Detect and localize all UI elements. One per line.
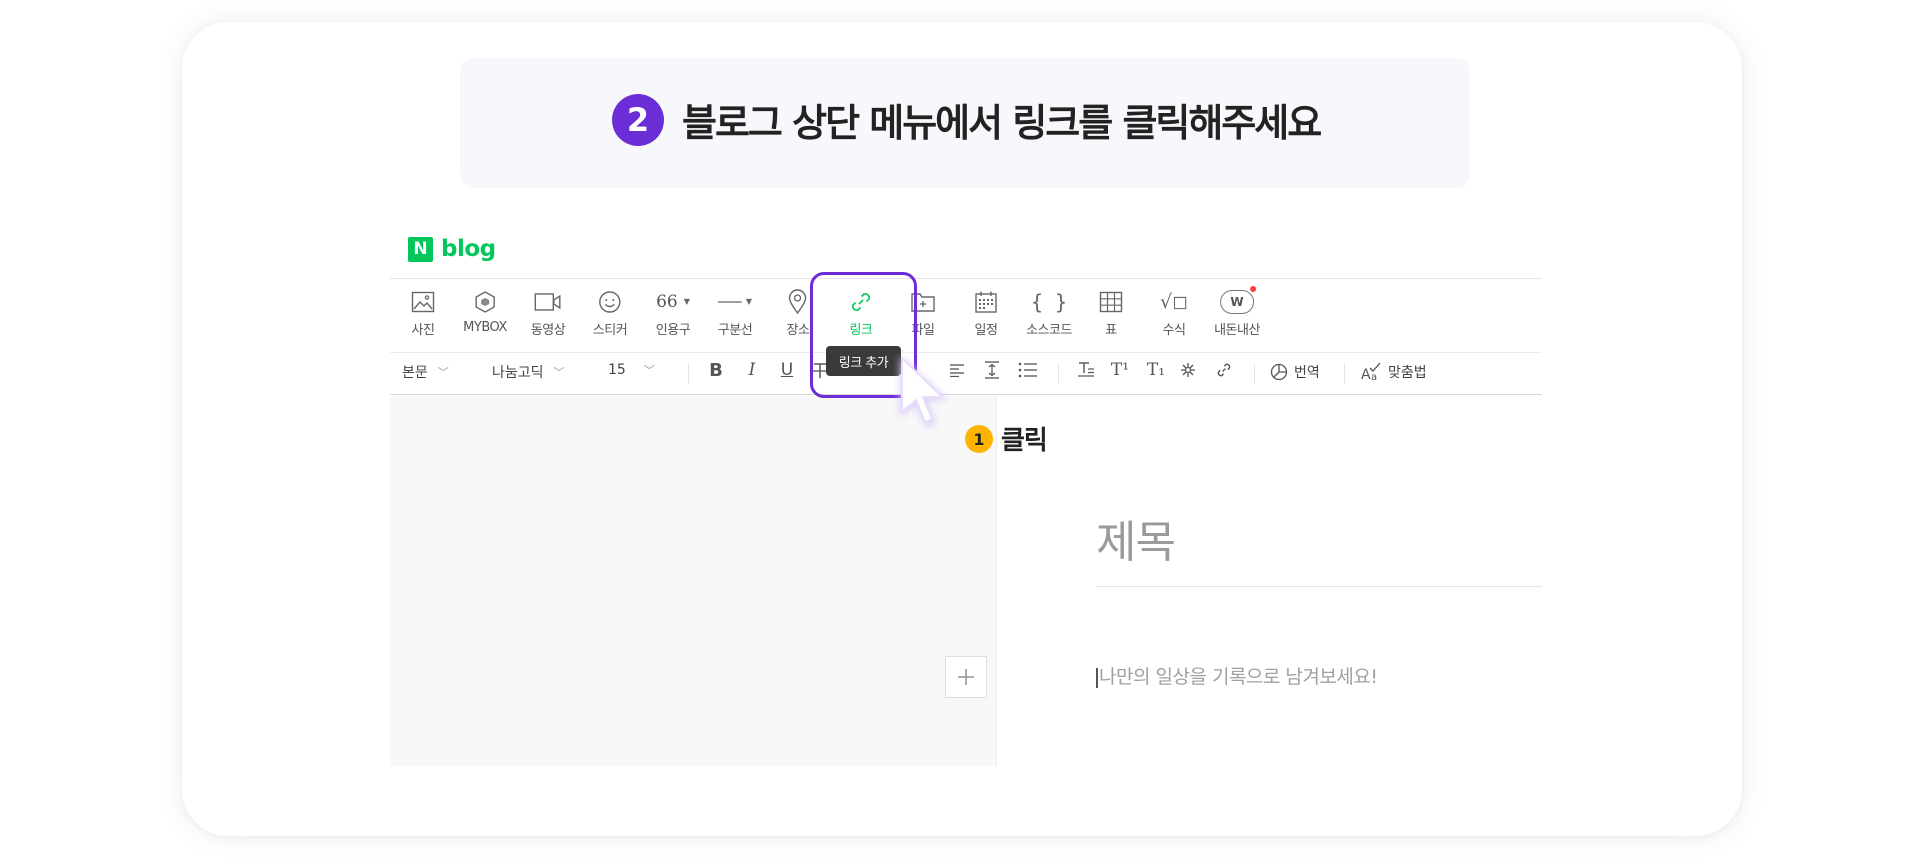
video-icon	[534, 288, 562, 315]
toolbar-item-sticker[interactable]: 스티커	[592, 288, 628, 338]
toolbar-label: 일정	[974, 323, 998, 338]
divider-icon: ▼	[717, 288, 753, 315]
translate-label: 번역	[1294, 365, 1320, 381]
hyperlink-icon[interactable]	[1212, 358, 1236, 382]
format-separator	[1254, 364, 1255, 384]
text-spacing-icon[interactable]	[1074, 358, 1098, 382]
toolbar-label: 인용구	[655, 323, 691, 338]
format-separator	[1058, 364, 1059, 384]
translate-icon	[1270, 363, 1288, 381]
font-size-value: 15	[608, 362, 626, 378]
toolbar-item-divider[interactable]: ▼ 구분선	[717, 288, 753, 338]
calendar-icon	[974, 288, 998, 315]
toolbar-label: 소스코드	[1026, 323, 1072, 338]
toolbar-label: 동영상	[530, 323, 566, 338]
blog-editor: N blog 사진 MYBOX 동영상 스티커 66 ▼ 인용구 ▼ 구분선 장…	[390, 224, 1542, 766]
link-tooltip: 링크 추가	[826, 346, 901, 376]
post-title-input[interactable]: 제목	[1096, 506, 1176, 570]
text-caret	[1096, 667, 1098, 688]
toolbar-label: 파일	[911, 323, 935, 338]
sticker-icon	[598, 288, 622, 315]
paragraph-style-select[interactable]: 본문 ﹀	[402, 362, 449, 382]
plus-icon	[958, 669, 974, 685]
toolbar-item-photo[interactable]: 사진	[411, 288, 435, 338]
toolbar-label: 수식	[1162, 323, 1186, 338]
header-divider	[390, 278, 1542, 279]
toolbar-item-table[interactable]: 표	[1099, 288, 1123, 338]
paragraph-style-value: 본문	[402, 365, 428, 381]
toolbar-item-mydonnaesan[interactable]: W 내돈내산	[1214, 286, 1260, 338]
sidebar-pane	[390, 396, 997, 766]
format-separator	[1344, 364, 1345, 384]
chevron-down-icon: ﹀	[643, 364, 655, 377]
quote-glyph: 66	[656, 291, 678, 312]
table-icon	[1099, 288, 1123, 315]
format-separator	[688, 364, 689, 384]
formula-glyph: √◻	[1160, 290, 1188, 313]
spellcheck-icon: Aa	[1360, 362, 1382, 382]
toolbar-item-location[interactable]: 장소	[787, 288, 810, 338]
line-height-icon[interactable]	[980, 358, 1004, 382]
toolbar-label: MYBOX	[463, 320, 507, 335]
font-select[interactable]: 나눔고딕 ﹀	[492, 362, 565, 382]
toolbar-item-formula[interactable]: √◻ 수식	[1160, 288, 1188, 339]
mydonnaesan-glyph: W	[1220, 289, 1254, 314]
svg-text:A: A	[1361, 367, 1371, 382]
click-label: 클릭	[1001, 426, 1048, 456]
add-component-button[interactable]	[945, 656, 987, 698]
svg-text:a: a	[1371, 372, 1377, 382]
notification-dot	[1250, 286, 1256, 292]
superscript-button[interactable]: T¹	[1108, 358, 1132, 382]
step-number-badge: 2	[612, 94, 664, 146]
link-icon	[848, 288, 874, 315]
file-icon	[910, 288, 936, 315]
list-icon[interactable]	[1016, 358, 1040, 382]
body-placeholder: 나만의 일상을 기록으로 남겨보세요!	[1099, 666, 1378, 688]
font-value: 나눔고딕	[492, 365, 544, 381]
chevron-down-icon: ﹀	[553, 366, 565, 379]
formula-icon: √◻	[1160, 288, 1188, 315]
post-body-input[interactable]: 나만의 일상을 기록으로 남겨보세요!	[1096, 662, 1378, 689]
dropdown-arrow-icon: ▼	[683, 297, 690, 306]
toolbar-item-quote[interactable]: 66 ▼ 인용구	[655, 288, 691, 339]
toolbar-label: 링크	[849, 323, 873, 338]
spellcheck-button[interactable]: Aa 맞춤법	[1360, 362, 1427, 382]
mydonnaesan-icon: W	[1220, 286, 1256, 315]
quote-icon: 66 ▼	[656, 288, 690, 315]
toolbar-item-calendar[interactable]: 일정	[974, 288, 998, 338]
underline-button[interactable]: U	[775, 358, 799, 382]
font-size-select[interactable]: 15 ﹀	[608, 362, 655, 378]
cursor-pointer-icon	[900, 356, 948, 428]
code-glyph: { }	[1030, 289, 1068, 314]
chevron-down-icon: ﹀	[437, 366, 449, 379]
naver-n-icon: N	[408, 236, 433, 262]
toolbar-item-video[interactable]: 동영상	[530, 288, 566, 338]
title-underline	[1096, 586, 1542, 587]
toolbar-label: 장소	[786, 323, 810, 338]
toolbar-label: 내돈내산	[1214, 323, 1260, 338]
naver-blog-logo[interactable]: N blog	[408, 236, 496, 262]
toolbar-label: 사진	[411, 323, 435, 338]
step-1-badge: 1	[965, 425, 993, 453]
toolbar-label: 스티커	[592, 323, 628, 338]
subscript-button[interactable]: T₁	[1144, 358, 1168, 382]
translate-button[interactable]: 번역	[1270, 362, 1320, 382]
bold-button[interactable]: B	[704, 358, 728, 382]
dropdown-arrow-icon: ▼	[745, 297, 753, 306]
toolbar-label: 구분선	[717, 323, 753, 338]
toolbar-item-link[interactable]: 링크	[848, 288, 874, 338]
italic-button[interactable]: I	[740, 358, 764, 382]
spellcheck-label: 맞춤법	[1388, 365, 1427, 381]
toolbar-item-source-code[interactable]: { } 소스코드	[1026, 288, 1072, 339]
special-character-icon[interactable]	[1176, 358, 1200, 382]
code-icon: { }	[1031, 288, 1067, 315]
toolbar-item-mybox[interactable]: MYBOX	[463, 288, 507, 338]
toolbar-item-file[interactable]: 파일	[910, 288, 936, 338]
toolbar-label: 표	[1105, 323, 1117, 338]
logo-text: blog	[441, 236, 496, 262]
instruction-title: 블로그 상단 메뉴에서 링크를 클릭해주세요	[682, 101, 1322, 145]
location-icon	[788, 288, 808, 315]
photo-icon	[411, 288, 435, 315]
mybox-icon	[473, 288, 497, 316]
